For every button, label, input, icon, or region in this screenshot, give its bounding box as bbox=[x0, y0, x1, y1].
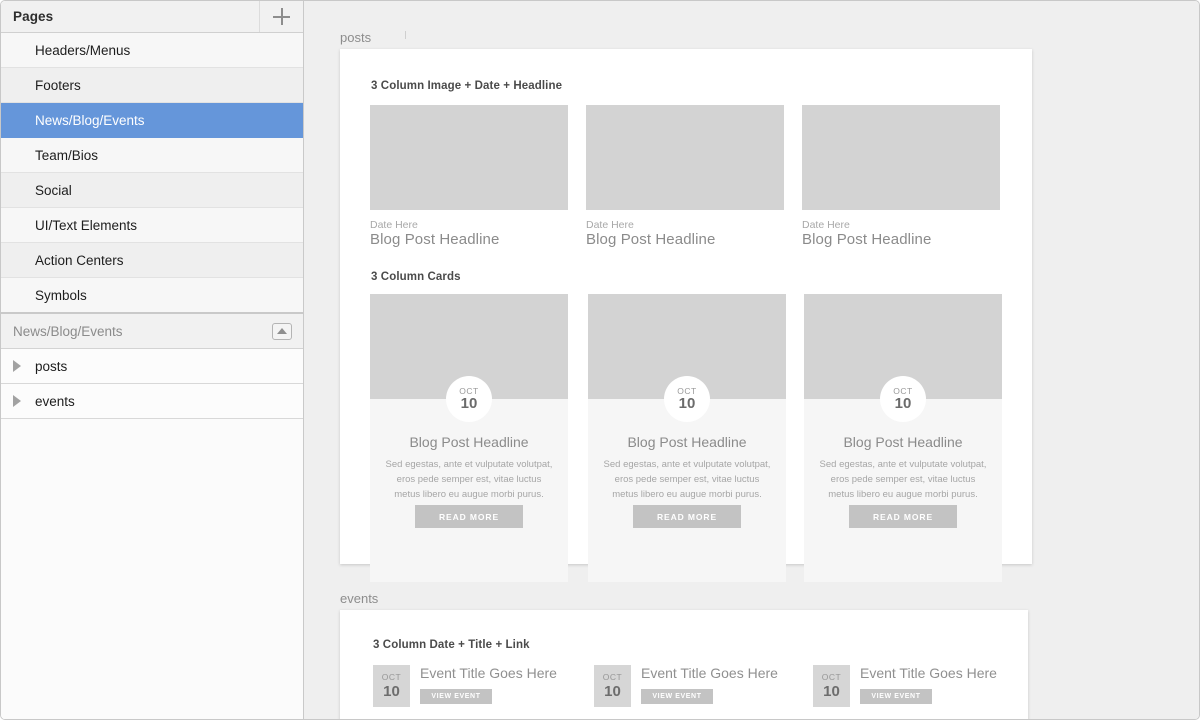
card-body-text: Sed egestas, ante et vulputate volutpat,… bbox=[819, 459, 987, 500]
image-placeholder[interactable] bbox=[802, 105, 1000, 210]
date-badge-day: 10 bbox=[678, 395, 696, 412]
artboard-label-tick bbox=[405, 31, 406, 39]
read-more-button[interactable]: READ MORE bbox=[415, 505, 523, 528]
sidebar-symbol-label: posts bbox=[35, 358, 68, 374]
event-title: Event Title Goes Here bbox=[420, 665, 557, 681]
card-body-text: Sed egestas, ante et vulputate volutpat,… bbox=[603, 459, 771, 500]
pages-title: Pages bbox=[13, 9, 54, 24]
event-title: Event Title Goes Here bbox=[641, 665, 778, 681]
event-item[interactable]: OCT 10 Event Title Goes Here VIEW EVENT bbox=[594, 665, 794, 707]
event-item[interactable]: OCT 10 Event Title Goes Here VIEW EVENT bbox=[813, 665, 1013, 707]
collapse-up-icon[interactable] bbox=[272, 322, 292, 340]
artboard-label-events[interactable]: events bbox=[340, 591, 378, 606]
date-badge: OCT 10 bbox=[813, 665, 850, 707]
view-event-button[interactable]: VIEW EVENT bbox=[641, 689, 713, 704]
symbols-section-header: News/Blog/Events bbox=[1, 314, 303, 349]
sidebar-item-label: Team/Bios bbox=[35, 147, 99, 163]
artboard-label-posts[interactable]: posts bbox=[340, 30, 371, 45]
sidebar-item-team-bios[interactable]: Team/Bios bbox=[1, 138, 303, 173]
sidebar-item-label: News/Blog/Events bbox=[35, 112, 145, 128]
section-heading-3col-date-title-link: 3 Column Date + Title + Link bbox=[373, 639, 530, 651]
sidebar-item-label: UI/Text Elements bbox=[35, 217, 138, 233]
view-event-button[interactable]: VIEW EVENT bbox=[420, 689, 492, 704]
read-more-button[interactable]: READ MORE bbox=[633, 505, 741, 528]
card-title: Blog Post Headline bbox=[409, 434, 529, 450]
pages-header: Pages bbox=[1, 1, 303, 33]
card-title: Blog Post Headline bbox=[627, 434, 747, 450]
sidebar: Pages Headers/Menus Footers News/Blog/Ev… bbox=[1, 1, 304, 719]
date-badge-month: OCT bbox=[821, 672, 842, 682]
date-badge: OCT 10 bbox=[594, 665, 631, 707]
sidebar-item-label: Action Centers bbox=[35, 252, 124, 268]
sidebar-symbol-row-posts[interactable]: posts bbox=[1, 349, 303, 384]
symbols-section-title: News/Blog/Events bbox=[13, 323, 123, 339]
date-badge-month: OCT bbox=[602, 672, 623, 682]
image-placeholder[interactable] bbox=[370, 105, 568, 210]
date-badge-day: 10 bbox=[823, 683, 840, 700]
event-item[interactable]: OCT 10 Event Title Goes Here VIEW EVENT bbox=[373, 665, 573, 707]
triangle-right-icon[interactable] bbox=[13, 360, 21, 372]
sidebar-item-label: Headers/Menus bbox=[35, 42, 131, 58]
artboard-events[interactable]: 3 Column Date + Title + Link OCT 10 Even… bbox=[340, 610, 1028, 719]
sidebar-symbol-row-events[interactable]: events bbox=[1, 384, 303, 419]
date-badge: OCT 10 bbox=[664, 376, 710, 422]
date-badge-day: 10 bbox=[460, 395, 478, 412]
sidebar-empty-area bbox=[1, 419, 303, 719]
add-page-button[interactable] bbox=[259, 1, 303, 32]
canvas[interactable]: posts 3 Column Image + Date + Headline D… bbox=[304, 1, 1199, 719]
read-more-button[interactable]: READ MORE bbox=[849, 505, 957, 528]
sidebar-item-news-blog-events[interactable]: News/Blog/Events bbox=[1, 103, 303, 138]
sidebar-item-label: Footers bbox=[35, 77, 81, 93]
sidebar-item-label: Social bbox=[35, 182, 72, 198]
section-heading-3col-cards: 3 Column Cards bbox=[371, 271, 461, 283]
post-date: Date Here bbox=[586, 219, 634, 231]
plus-icon bbox=[273, 8, 290, 25]
artboard-posts[interactable]: 3 Column Image + Date + Headline Date He… bbox=[340, 49, 1032, 582]
sidebar-item-symbols[interactable]: Symbols bbox=[1, 278, 303, 313]
page-list: Headers/Menus Footers News/Blog/Events T… bbox=[1, 33, 303, 314]
date-badge-month: OCT bbox=[381, 672, 402, 682]
date-badge: OCT 10 bbox=[880, 376, 926, 422]
event-title: Event Title Goes Here bbox=[860, 665, 997, 681]
image-placeholder[interactable] bbox=[586, 105, 784, 210]
post-headline: Blog Post Headline bbox=[370, 231, 500, 248]
sidebar-item-action-centers[interactable]: Action Centers bbox=[1, 243, 303, 278]
card-body-text: Sed egestas, ante et vulputate volutpat,… bbox=[385, 459, 553, 500]
blog-card[interactable]: OCT 10 Blog Post Headline Sed egestas, a… bbox=[804, 294, 1002, 582]
sidebar-item-label: Symbols bbox=[35, 287, 87, 303]
date-badge: OCT 10 bbox=[446, 376, 492, 422]
triangle-right-icon[interactable] bbox=[13, 395, 21, 407]
sidebar-item-social[interactable]: Social bbox=[1, 173, 303, 208]
card-title: Blog Post Headline bbox=[843, 434, 963, 450]
blog-card[interactable]: OCT 10 Blog Post Headline Sed egestas, a… bbox=[370, 294, 568, 582]
sidebar-symbol-label: events bbox=[35, 393, 75, 409]
section-heading-3col-image-date-headline: 3 Column Image + Date + Headline bbox=[371, 80, 563, 92]
post-headline: Blog Post Headline bbox=[586, 231, 716, 248]
app-window: Pages Headers/Menus Footers News/Blog/Ev… bbox=[0, 0, 1200, 720]
post-date: Date Here bbox=[370, 219, 418, 231]
post-date: Date Here bbox=[802, 219, 850, 231]
view-event-button[interactable]: VIEW EVENT bbox=[860, 689, 932, 704]
sidebar-item-footers[interactable]: Footers bbox=[1, 68, 303, 103]
post-headline: Blog Post Headline bbox=[802, 231, 932, 248]
date-badge-day: 10 bbox=[894, 395, 912, 412]
triangle-up-glyph bbox=[277, 328, 287, 334]
blog-card[interactable]: OCT 10 Blog Post Headline Sed egestas, a… bbox=[588, 294, 786, 582]
date-badge-day: 10 bbox=[604, 683, 621, 700]
date-badge: OCT 10 bbox=[373, 665, 410, 707]
sidebar-item-ui-text-elements[interactable]: UI/Text Elements bbox=[1, 208, 303, 243]
date-badge-day: 10 bbox=[383, 683, 400, 700]
sidebar-item-headers-menus[interactable]: Headers/Menus bbox=[1, 33, 303, 68]
